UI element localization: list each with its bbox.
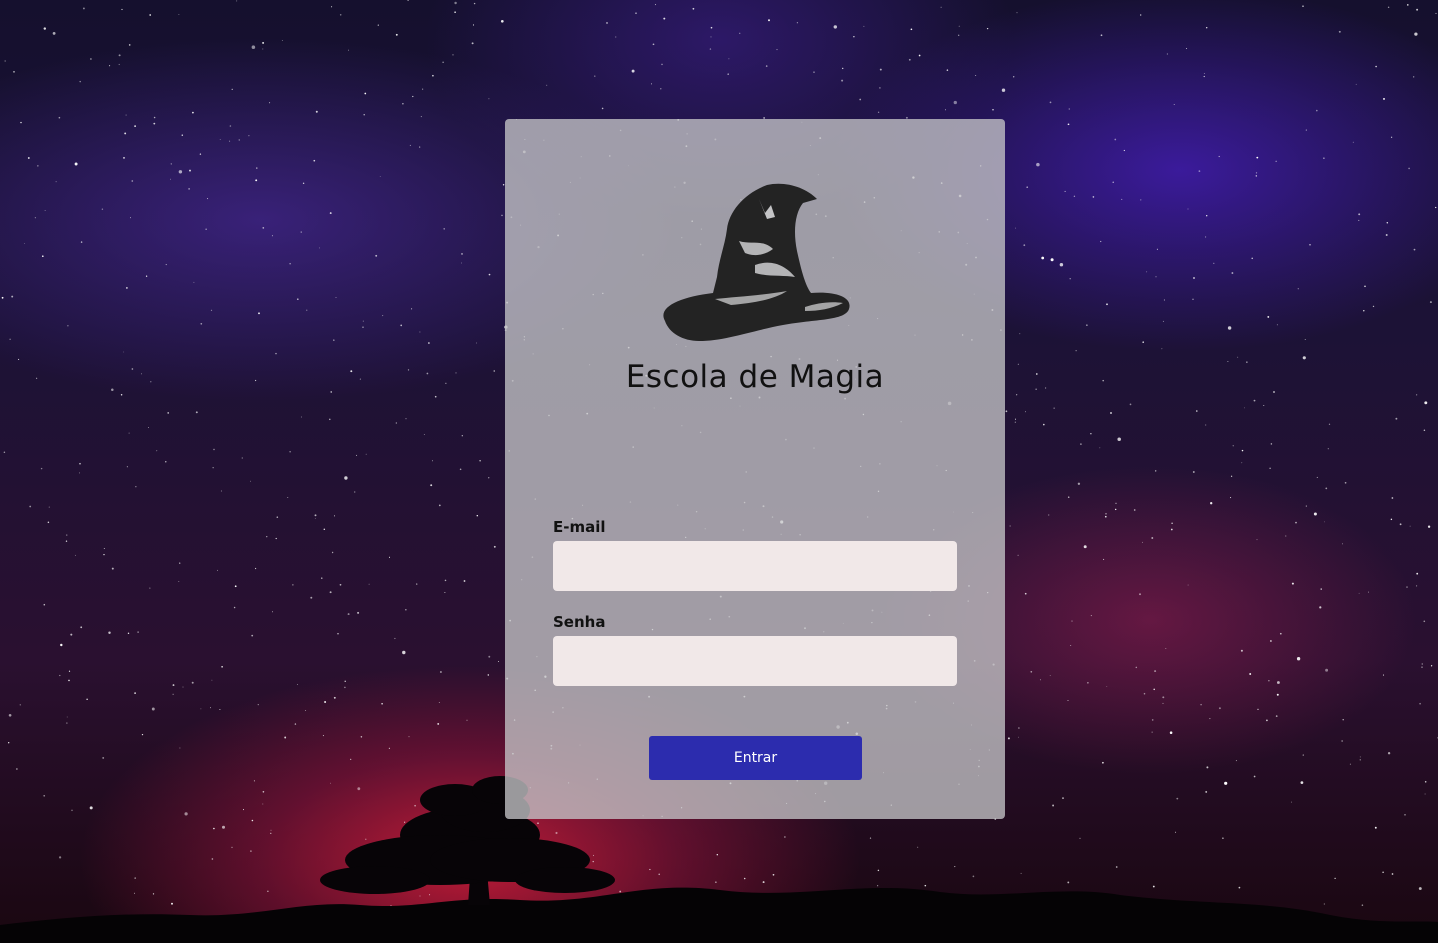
- submit-button[interactable]: Entrar: [649, 736, 862, 780]
- email-field[interactable]: [553, 541, 957, 591]
- password-label: Senha: [553, 613, 606, 631]
- login-page: Escola de Magia E-mail Senha Entrar: [0, 0, 1438, 943]
- password-field[interactable]: [553, 636, 957, 686]
- sorting-hat-icon: [663, 183, 850, 341]
- email-label: E-mail: [553, 518, 606, 536]
- login-card: Escola de Magia E-mail Senha Entrar: [505, 119, 1005, 819]
- page-title: Escola de Magia: [625, 359, 885, 395]
